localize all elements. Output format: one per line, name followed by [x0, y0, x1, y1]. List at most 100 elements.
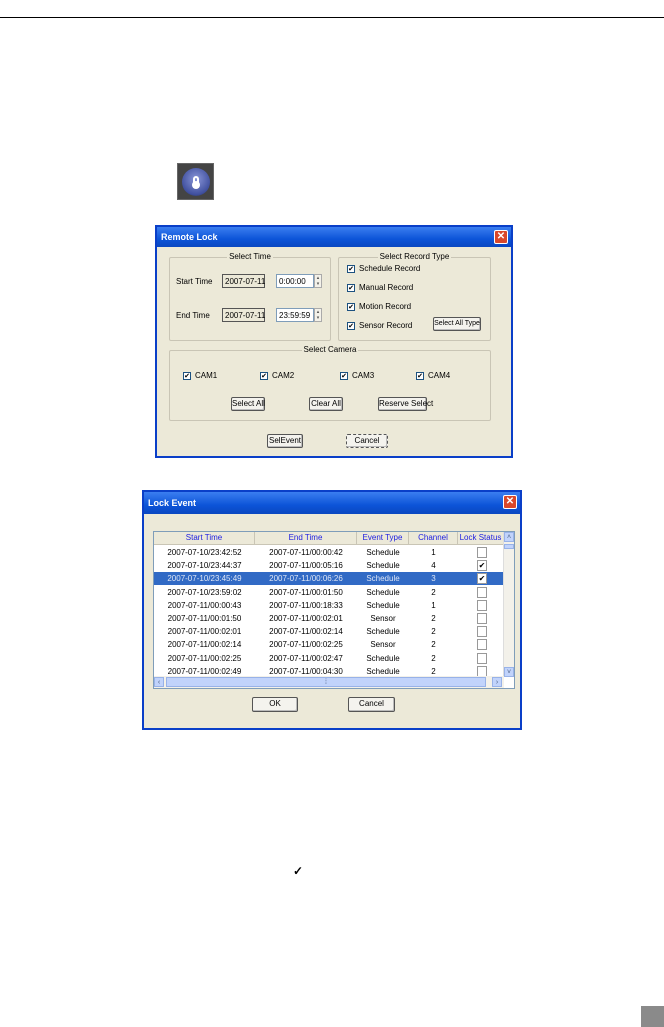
table-row[interactable]: 2007-07-10/23:45:49 2007-07-11/00:06:26 Sc… [154, 572, 504, 586]
cell-end: 2007-07-11/00:01:50 [269, 587, 343, 597]
cell-start: 2007-07-11/00:00:43 [167, 600, 242, 610]
dialog-title: Lock Event [144, 492, 520, 514]
schedule-record-checkbox[interactable]: ✔ Schedule Record [347, 264, 420, 273]
table-row[interactable]: 2007-07-10/23:59:02 2007-07-11/00:01:50 Sc… [154, 586, 504, 599]
end-time-field[interactable]: 23:59:59 [276, 308, 314, 322]
start-date-field[interactable]: 2007-07-11 [222, 274, 265, 288]
cell-channel: 2 [431, 627, 436, 637]
cell-type: Sensor [370, 640, 396, 650]
start-time-label: Start Time [176, 277, 213, 286]
lock-status-checkbox[interactable] [477, 599, 487, 611]
end-date-field[interactable]: 2007-07-11 [222, 308, 265, 322]
cell-type: Schedule [366, 627, 400, 637]
cell-lock-status [458, 612, 504, 625]
start-time-field[interactable]: 0:00:00 [276, 274, 314, 288]
cell-type: Schedule [366, 653, 400, 663]
cell-start: 2007-07-10/23:44:37 [167, 561, 242, 571]
cell-start: 2007-07-11/00:01:50 [167, 614, 242, 623]
cell-end: 2007-07-11/00:02:47 [269, 653, 343, 663]
cell-lock-status: ✔ [458, 559, 504, 572]
column-header-start-time[interactable]: Start Time [154, 532, 255, 544]
cell-lock-status [458, 546, 504, 559]
lock-status-checkbox[interactable] [477, 613, 487, 624]
reverse-select-button[interactable]: Reserve Select [378, 397, 433, 411]
cell-lock-status [458, 586, 504, 599]
table-row[interactable]: 2007-07-11/00:02:14 2007-07-11/00:02:25 Se… [154, 638, 504, 651]
table-row[interactable]: 2007-07-11/00:02:25 2007-07-11/00:02:47 Sc… [154, 652, 504, 665]
event-list: Start Time End Time Event Type Channel L… [153, 531, 515, 689]
lock-icon [182, 168, 210, 196]
clear-all-button[interactable]: Clear All [309, 397, 343, 411]
cancel-button[interactable]: Cancel [348, 697, 395, 712]
cell-channel: 2 [431, 587, 436, 597]
select-camera-group: Select Camera ✔ CAM1 ✔ CAM2 ✔ CAM3 ✔ CAM4 Se… [169, 345, 491, 421]
cancel-button[interactable]: Cancel [346, 434, 388, 448]
lock-status-checkbox[interactable]: ✔ [477, 573, 487, 585]
lock-status-checkbox[interactable]: ✔ [477, 560, 487, 572]
lock-status-checkbox[interactable] [477, 639, 487, 651]
lock-status-checkbox[interactable] [477, 547, 487, 558]
cam1-checkbox[interactable]: ✔ CAM1 [183, 371, 217, 380]
cell-lock-status [458, 625, 504, 638]
cell-type: Schedule [366, 587, 400, 597]
lock-status-checkbox[interactable] [477, 586, 487, 598]
cell-start: 2007-07-11/00:02:01 [167, 627, 242, 637]
list-header: Start Time End Time Event Type Channel L… [154, 532, 504, 545]
cell-channel: 2 [431, 653, 436, 663]
column-header-lock-status[interactable]: Lock Status [458, 532, 504, 544]
cell-start: 2007-07-11/00:02:14 [167, 640, 242, 650]
remote-lock-button[interactable] [177, 163, 214, 200]
column-header-channel[interactable]: Channel [409, 532, 458, 544]
cell-channel: 3 [431, 574, 436, 584]
table-row[interactable]: 2007-07-10/23:42:52 2007-07-11/00:00:42 Sc… [154, 546, 504, 559]
sensor-record-checkbox[interactable]: ✔ Sensor Record [347, 321, 412, 330]
group-legend: Select Camera [301, 345, 359, 354]
group-legend: Select Record Type [377, 252, 452, 261]
manual-record-checkbox[interactable]: ✔ Manual Record [347, 283, 413, 292]
checkmark-symbol: ✓ [293, 864, 304, 878]
cell-type: Schedule [366, 548, 400, 557]
cell-channel: 4 [431, 561, 436, 571]
cell-start: 2007-07-10/23:59:02 [167, 587, 242, 597]
group-legend: Select Time [227, 252, 273, 261]
cell-end: 2007-07-11/00:18:33 [269, 600, 343, 610]
table-row[interactable]: 2007-07-11/00:00:43 2007-07-11/00:18:33 Sc… [154, 599, 504, 612]
vertical-scrollbar[interactable]: ˄ ˅ [503, 532, 514, 677]
cell-type: Schedule [366, 600, 400, 610]
lock-status-checkbox[interactable] [477, 626, 487, 638]
horizontal-scrollbar[interactable]: ‹ ⁞ › [154, 676, 504, 688]
select-all-button[interactable]: Select All [231, 397, 265, 411]
cell-channel: 1 [431, 548, 436, 557]
cell-type: Schedule [366, 561, 400, 571]
motion-record-checkbox[interactable]: ✔ Motion Record [347, 302, 411, 311]
cell-lock-status [458, 638, 504, 651]
cell-end: 2007-07-11/00:00:42 [269, 548, 343, 557]
page-tab-marker [641, 1006, 664, 1027]
dialog-title: Remote Lock [157, 227, 511, 247]
close-icon[interactable]: ✕ [503, 495, 517, 509]
select-all-type-button[interactable]: Select All Type [433, 317, 481, 331]
cell-type: Schedule [366, 574, 400, 584]
close-icon[interactable]: ✕ [494, 230, 508, 244]
cell-channel: 1 [431, 600, 436, 610]
end-time-label: End Time [176, 311, 210, 320]
cell-start: 2007-07-10/23:42:52 [167, 548, 242, 557]
cell-end: 2007-07-11/00:05:16 [269, 561, 343, 571]
start-time-spinner[interactable]: ▴ ▾ [314, 274, 322, 288]
cell-end: 2007-07-11/00:02:01 [269, 614, 343, 623]
lock-status-checkbox[interactable] [477, 652, 487, 664]
cell-channel: 2 [431, 640, 436, 650]
sel-event-button[interactable]: SelEvent [267, 434, 303, 448]
table-row[interactable]: 2007-07-10/23:44:37 2007-07-11/00:05:16 Sc… [154, 559, 504, 572]
cam2-checkbox[interactable]: ✔ CAM2 [260, 371, 294, 380]
table-row[interactable]: 2007-07-11/00:01:50 2007-07-11/00:02:01 Se… [154, 612, 504, 625]
cell-lock-status: ✔ [458, 572, 504, 585]
table-row[interactable]: 2007-07-11/00:02:01 2007-07-11/00:02:14 Sc… [154, 625, 504, 638]
cell-lock-status [458, 599, 504, 612]
end-time-spinner[interactable]: ▴ ▾ [314, 308, 322, 322]
column-header-end-time[interactable]: End Time [255, 532, 357, 544]
cam3-checkbox[interactable]: ✔ CAM3 [340, 371, 374, 380]
ok-button[interactable]: OK [252, 697, 298, 712]
column-header-event-type[interactable]: Event Type [357, 532, 409, 544]
cam4-checkbox[interactable]: ✔ CAM4 [416, 371, 450, 380]
